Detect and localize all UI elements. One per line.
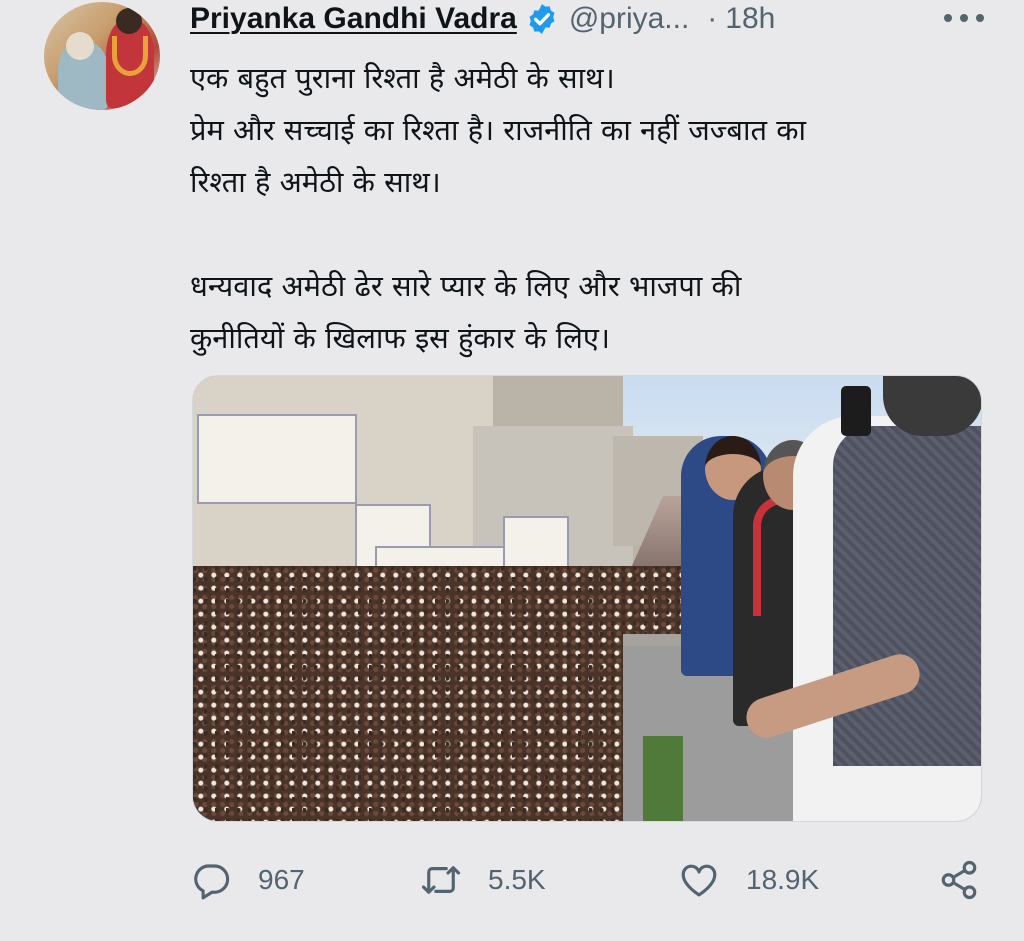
photo-grass [643, 736, 683, 821]
like-button[interactable]: 18.9K [678, 855, 819, 905]
reply-icon [194, 864, 230, 900]
verified-badge-icon [529, 4, 555, 34]
photo-vest [833, 426, 981, 766]
reply-button[interactable]: 967 [190, 855, 305, 905]
tweet-text-line: कुनीतियों के खिलाफ इस हुंकार के लिए। [190, 321, 610, 355]
tweet-header: Priyanka Gandhi Vadra @priya... · 18h [190, 0, 775, 38]
separator-dot: · [707, 2, 718, 35]
photo-phone [841, 386, 871, 436]
reply-count: 967 [258, 864, 305, 895]
more-options-icon[interactable] [944, 8, 984, 28]
tweet-text-line: प्रेम और सच्चाई का रिश्ता है। राजनीति का… [190, 113, 806, 147]
retweet-count: 5.5K [488, 864, 546, 895]
more-dot [944, 14, 952, 22]
retweet-button[interactable]: 5.5K [420, 855, 546, 905]
retweet-icon [421, 866, 461, 894]
like-count: 18.9K [746, 864, 820, 895]
photo-person-head [883, 376, 981, 436]
author-name[interactable]: Priyanka Gandhi Vadra [190, 2, 517, 36]
tweet-timestamp[interactable]: 18h [725, 2, 775, 36]
share-button[interactable] [938, 855, 980, 905]
more-dot [960, 14, 968, 22]
avatar-garland [112, 36, 148, 76]
share-icon [941, 860, 977, 900]
author-handle[interactable]: @priya... [569, 2, 689, 36]
tweet-card[interactable]: Priyanka Gandhi Vadra @priya... · 18h एक… [0, 0, 1024, 941]
photo-banner [197, 414, 357, 504]
avatar-figure-head [66, 32, 94, 60]
tweet-text-line: धन्यवाद अमेठी ढेर सारे प्यार के लिए और भ… [190, 269, 742, 303]
more-dot [976, 14, 984, 22]
author-avatar[interactable] [44, 2, 160, 110]
tweet-text: एक बहुत पुराना रिश्ता है अमेठी के साथ। प… [190, 52, 990, 364]
tweet-media-photo[interactable] [192, 375, 982, 822]
avatar-figure-head [116, 8, 142, 34]
tweet-actions-bar: 967 5.5K 18.9K [190, 855, 990, 905]
tweet-text-line: रिश्ता है अमेठी के साथ। [190, 165, 441, 199]
heart-icon [681, 864, 717, 897]
tweet-text-line: एक बहुत पुराना रिश्ता है अमेठी के साथ। [190, 61, 615, 95]
